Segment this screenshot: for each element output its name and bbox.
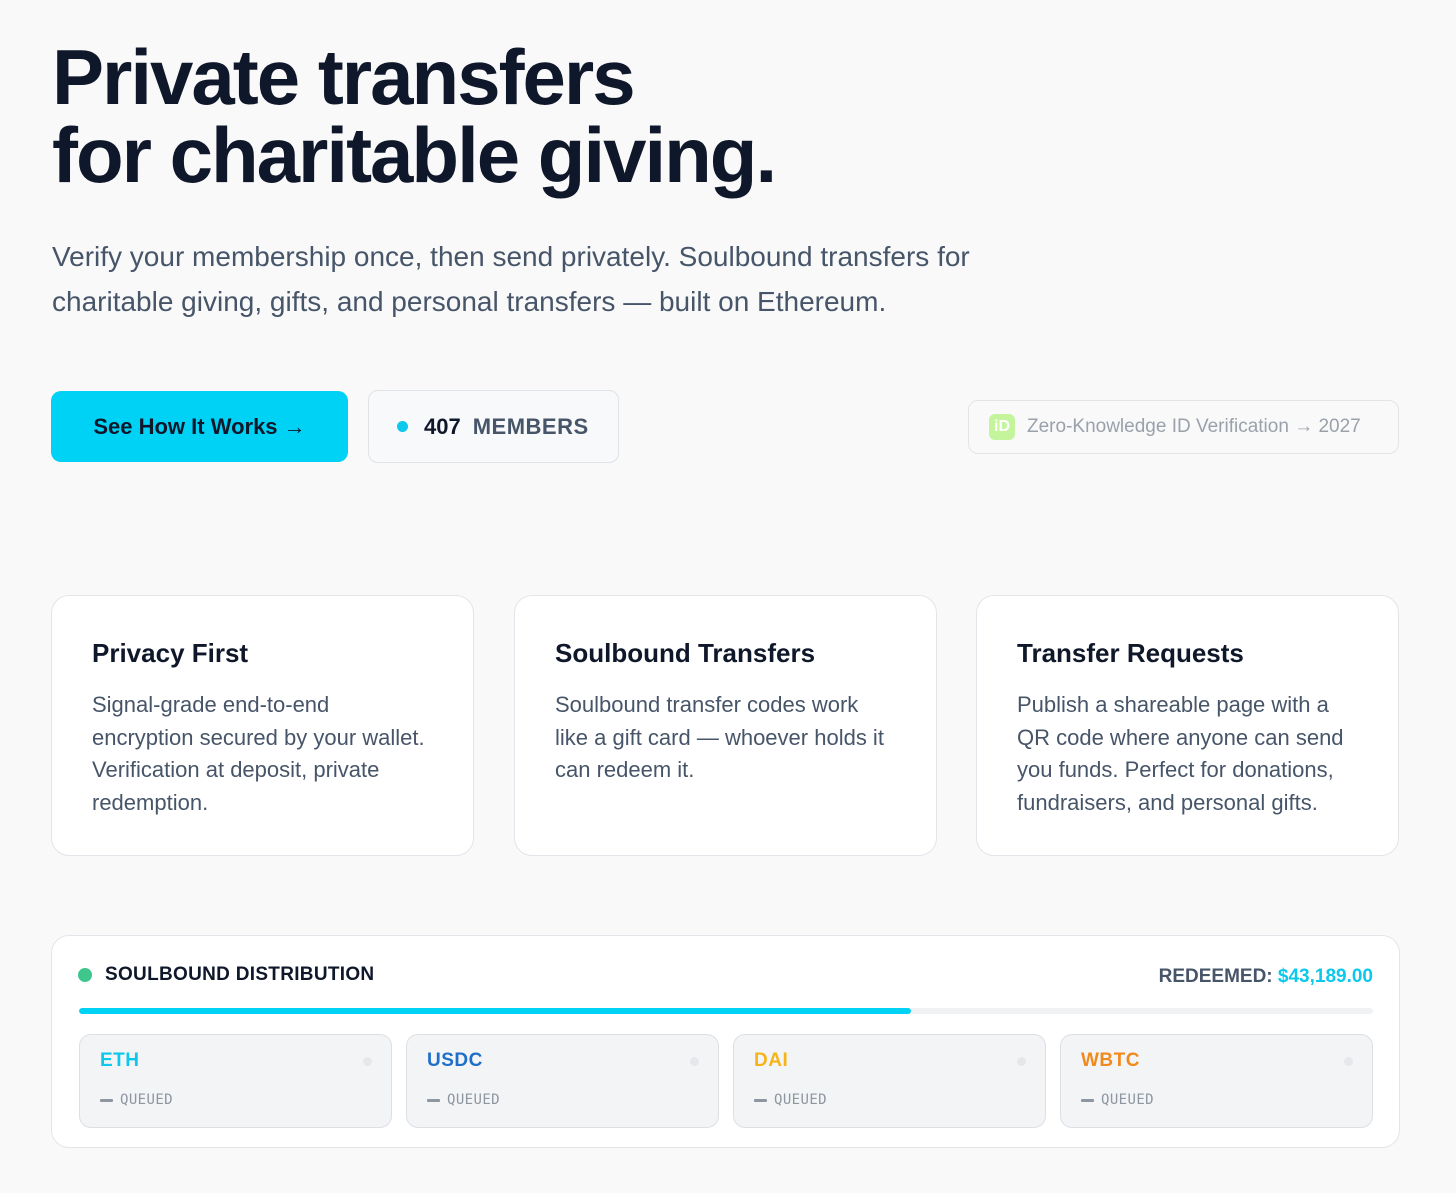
token-indicator-dot [1017, 1057, 1026, 1066]
dash-icon [754, 1098, 767, 1102]
dash-icon [1081, 1098, 1094, 1102]
soulbound-distribution-panel: SOULBOUND DISTRIBUTION REDEEMED: $43,189… [51, 935, 1400, 1148]
feature-title: Privacy First [92, 638, 249, 668]
members-counter: 407 MEMBERS [368, 390, 619, 463]
token-status: QUEUED [1081, 1092, 1154, 1108]
token-indicator-dot [690, 1057, 699, 1066]
token-indicator-dot [363, 1057, 372, 1066]
token-card-dai[interactable]: DAI QUEUED [733, 1034, 1046, 1128]
token-symbol: WBTC [1081, 1050, 1140, 1071]
token-status-label: QUEUED [447, 1092, 500, 1108]
token-status: QUEUED [754, 1092, 827, 1108]
status-dot-icon [78, 968, 92, 982]
feature-title: Transfer Requests [1017, 638, 1244, 668]
token-card-usdc[interactable]: USDC QUEUED [406, 1034, 719, 1128]
zk-verification-label: Zero-Knowledge ID Verification → 2027 [1027, 416, 1361, 437]
id-icon: iD [989, 414, 1015, 440]
token-symbol: ETH [100, 1050, 140, 1071]
hero-title-line-2: for charitable giving. [52, 111, 777, 199]
distribution-progress-bar [79, 1008, 1373, 1014]
token-indicator-dot [1344, 1057, 1353, 1066]
hero-subtitle: Verify your membership once, then send p… [52, 241, 970, 317]
token-card-wbtc[interactable]: WBTC QUEUED [1060, 1034, 1373, 1128]
hero-title: Private transfers for charitable giving. [52, 33, 777, 199]
members-label: MEMBERS [472, 413, 589, 439]
dash-icon [100, 1098, 113, 1102]
distribution-progress-fill [79, 1008, 912, 1014]
redeemed-label: REDEEMED: [1158, 966, 1273, 987]
token-status-label: QUEUED [1101, 1092, 1154, 1108]
token-status: QUEUED [100, 1092, 173, 1108]
feature-body: Publish a shareable page with a QR code … [1017, 692, 1344, 815]
dash-icon [427, 1098, 440, 1102]
hero-title-line-1: Private transfers [52, 33, 636, 121]
feature-card-soulbound-transfers: Soulbound Transfers Soulbound transfer c… [514, 595, 937, 856]
zk-verification-badge: iD Zero-Knowledge ID Verification → 2027 [968, 400, 1399, 454]
feature-title: Soulbound Transfers [555, 638, 816, 668]
token-status: QUEUED [427, 1092, 500, 1108]
redeemed-amount: $43,189.00 [1277, 966, 1373, 987]
feature-body: Signal-grade end-to-end encryption secur… [92, 692, 425, 815]
token-symbol: USDC [427, 1050, 483, 1071]
feature-card-privacy-first: Privacy First Signal-grade end-to-end en… [51, 595, 474, 856]
feature-body: Soulbound transfer codes work like a gif… [555, 692, 884, 782]
see-how-it-works-button[interactable]: See How It Works → [51, 391, 348, 462]
redeemed-total: REDEEMED: $43,189.00 [1159, 966, 1373, 988]
token-status-label: QUEUED [120, 1092, 173, 1108]
distribution-title: SOULBOUND DISTRIBUTION [105, 964, 375, 985]
token-status-label: QUEUED [774, 1092, 827, 1108]
feature-card-transfer-requests: Transfer Requests Publish a shareable pa… [976, 595, 1399, 856]
live-dot-icon [397, 421, 408, 432]
members-count: 407 [424, 413, 461, 439]
token-card-eth[interactable]: ETH QUEUED [79, 1034, 392, 1128]
token-symbol: DAI [754, 1050, 789, 1071]
